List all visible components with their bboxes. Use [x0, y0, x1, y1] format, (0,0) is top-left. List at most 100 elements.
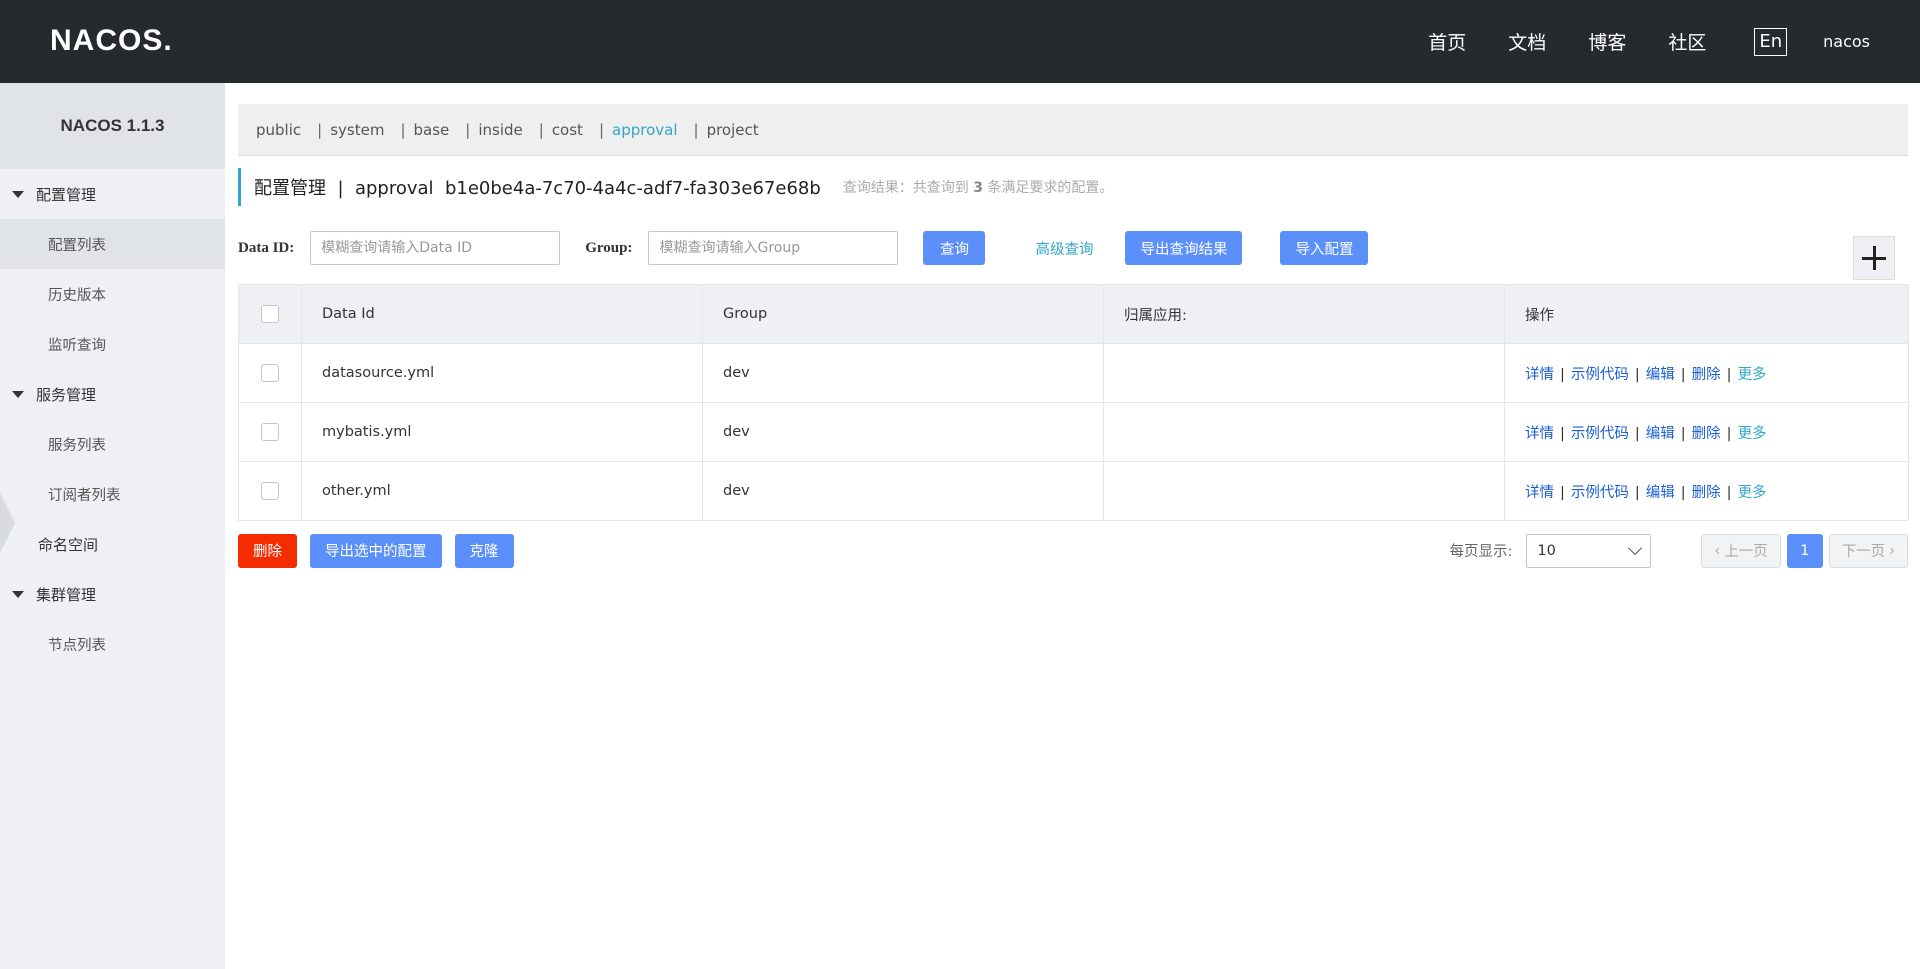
nav-community[interactable]: 社区	[1668, 28, 1706, 55]
hint-prefix: 查询结果：共查询到	[842, 180, 969, 196]
column-header: 操作	[1504, 284, 1909, 344]
add-config-button[interactable]	[1853, 236, 1895, 280]
row-checkbox[interactable]	[261, 482, 279, 500]
menu-group-label: 配置管理	[36, 185, 97, 204]
sample-code-link[interactable]: 示例代码	[1571, 367, 1629, 383]
caret-down-icon	[12, 590, 24, 598]
namespace-tab[interactable]: base	[414, 121, 450, 139]
row-checkbox-cell	[238, 343, 302, 403]
import-config-button[interactable]: 导入配置	[1280, 231, 1369, 265]
batch-delete-button[interactable]: 删除	[238, 533, 297, 568]
menu-group-config[interactable]: 配置管理	[0, 169, 225, 219]
query-button[interactable]: 查询	[923, 231, 986, 265]
column-header[interactable]: Group	[702, 284, 1104, 344]
edit-link[interactable]: 编辑	[1646, 485, 1675, 501]
header-checkbox-cell	[238, 284, 302, 344]
edit-link[interactable]: 编辑	[1646, 367, 1675, 383]
chevron-right-icon: ›	[1889, 542, 1895, 559]
delete-link[interactable]: 删除	[1692, 485, 1721, 501]
row-checkbox-cell	[238, 461, 302, 521]
group-cell: dev	[702, 343, 1104, 403]
top-nav: 首页 文档 博客 社区 En nacos	[1428, 0, 1920, 83]
prev-page-label: 上一页	[1724, 544, 1768, 560]
sidebar-item-subscriber-list[interactable]: 订阅者列表	[0, 469, 225, 519]
divider: |	[1560, 366, 1565, 383]
namespace-tab[interactable]: project	[707, 121, 759, 139]
prev-page-button[interactable]: ‹ 上一页	[1701, 533, 1781, 568]
edit-link[interactable]: 编辑	[1646, 426, 1675, 442]
divider: |	[598, 120, 604, 139]
data-id-cell: mybatis.yml	[301, 402, 703, 462]
next-page-button[interactable]: 下一页 ›	[1828, 533, 1908, 568]
detail-link[interactable]: 详情	[1525, 426, 1554, 442]
divider: |	[1726, 484, 1732, 501]
row-checkbox[interactable]	[261, 423, 279, 441]
sidebar-item-config-list[interactable]: 配置列表	[0, 219, 225, 269]
pagination: 每页显示: 10 ‹ 上一页 1 下一页 ›	[1449, 533, 1908, 568]
group-cell: dev	[702, 402, 1104, 462]
sidebar-collapse-handle[interactable]	[0, 493, 15, 553]
divider: |	[400, 120, 406, 139]
namespace-tab[interactable]: system	[330, 121, 384, 139]
advanced-query-button[interactable]: 高级查询	[1020, 231, 1108, 265]
delete-link[interactable]: 删除	[1692, 426, 1721, 442]
divider: |	[538, 120, 544, 139]
nacos-logo[interactable]: NACOS.	[50, 24, 173, 58]
nav-docs[interactable]: 文档	[1508, 28, 1546, 55]
table-row: datasource.yml dev 详情 | 示例代码 | 编辑 | 删除 | 更多	[238, 343, 1909, 403]
sidebar-item-listener-query[interactable]: 监听查询	[0, 319, 225, 369]
ops-cell: 详情 | 示例代码 | 编辑 | 删除 | 更多	[1504, 343, 1909, 403]
user-name[interactable]: nacos	[1823, 32, 1870, 51]
divider: |	[1634, 425, 1640, 442]
hint-suffix: 条满足要求的配置。	[987, 180, 1114, 196]
sidebar-item-service-list[interactable]: 服务列表	[0, 419, 225, 469]
clone-button[interactable]: 克隆	[454, 533, 514, 568]
nav-blog[interactable]: 博客	[1588, 28, 1626, 55]
sidebar-item-history[interactable]: 历史版本	[0, 269, 225, 319]
detail-link[interactable]: 详情	[1525, 367, 1554, 383]
dataid-search-input[interactable]	[310, 231, 561, 265]
namespace-tab[interactable]: cost	[552, 121, 583, 139]
more-link[interactable]: 更多	[1738, 485, 1767, 501]
row-checkbox-cell	[238, 402, 302, 462]
page-title-bar: 配置管理 | approval b1e0be4a-7c70-4a4c-adf7-…	[238, 168, 1113, 206]
config-table: Data Id Group 归属应用: 操作 datasource.yml de…	[238, 284, 1909, 521]
export-query-results-button[interactable]: 导出查询结果	[1125, 231, 1243, 265]
delete-link[interactable]: 删除	[1692, 367, 1721, 383]
namespace-tab-active[interactable]: approval	[612, 121, 678, 139]
menu-group-cluster[interactable]: 集群管理	[0, 569, 225, 619]
sidebar: NACOS 1.1.3 配置管理 配置列表 历史版本 监听查询 服务管理 服务列…	[0, 83, 225, 969]
menu-group-service[interactable]: 服务管理	[0, 369, 225, 419]
language-toggle[interactable]: En	[1754, 27, 1788, 56]
chevron-down-icon	[1628, 540, 1643, 555]
dataid-label: Data ID:	[238, 239, 295, 256]
export-selected-button[interactable]: 导出选中的配置	[310, 533, 442, 568]
group-search-input[interactable]	[648, 231, 899, 265]
namespace-tab[interactable]: public	[256, 121, 301, 139]
table-header-row: Data Id Group 归属应用: 操作	[238, 284, 1909, 344]
sidebar-item-node-list[interactable]: 节点列表	[0, 619, 225, 669]
column-header[interactable]: Data Id	[301, 284, 703, 344]
chevron-left-icon: ‹	[1714, 542, 1721, 559]
sidebar-item-namespace[interactable]: 命名空间	[0, 519, 225, 569]
more-link[interactable]: 更多	[1738, 426, 1767, 442]
row-checkbox[interactable]	[261, 364, 279, 382]
sample-code-link[interactable]: 示例代码	[1571, 426, 1629, 442]
caret-down-icon	[12, 190, 24, 198]
sample-code-link[interactable]: 示例代码	[1571, 485, 1629, 501]
plus-icon	[1872, 246, 1876, 270]
divider: |	[1560, 425, 1565, 442]
column-header[interactable]: 归属应用:	[1103, 284, 1505, 344]
page-size-value: 10	[1537, 542, 1556, 559]
search-row: Data ID: Group: 查询 高级查询 导出查询结果 导入配置	[238, 231, 1369, 265]
top-header: NACOS. 首页 文档 博客 社区 En nacos	[0, 0, 1920, 83]
namespace-tab[interactable]: inside	[478, 121, 522, 139]
select-all-checkbox[interactable]	[261, 305, 279, 323]
table-row: mybatis.yml dev 详情 | 示例代码 | 编辑 | 删除 | 更多	[238, 402, 1909, 462]
more-link[interactable]: 更多	[1738, 367, 1767, 383]
ops-cell: 详情 | 示例代码 | 编辑 | 删除 | 更多	[1504, 402, 1909, 462]
page-number-button[interactable]: 1	[1786, 533, 1823, 568]
nav-home[interactable]: 首页	[1428, 28, 1466, 55]
page-size-select[interactable]: 10	[1526, 533, 1652, 568]
detail-link[interactable]: 详情	[1525, 485, 1554, 501]
